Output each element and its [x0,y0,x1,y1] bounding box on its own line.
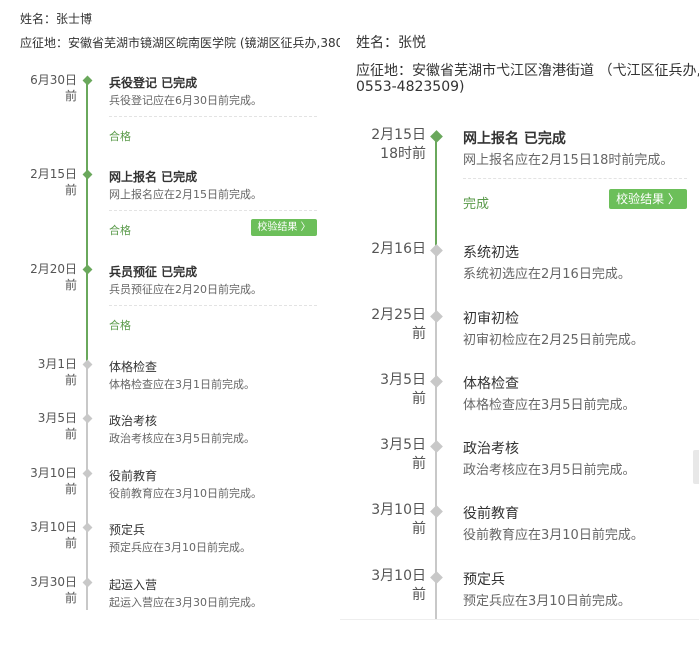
step-description: 网上报名应在2月15日18时前完成。 [463,153,674,168]
step-result: 合格 [109,130,131,143]
step-date: 2月25日前 [371,307,426,343]
timeline-connector [435,511,437,577]
step-title: 初审初检 [463,311,519,327]
timeline-connector [435,381,437,446]
scroll-handle[interactable] [693,450,699,484]
status-pending-icon [82,577,92,587]
step-description: 兵役登记应在6月30日前完成。 [109,94,262,107]
status-pending-icon [429,439,443,453]
applicant-address: 应征地：安徽省芜湖市弋江区澛港街道 （弋江区征兵办, [356,63,699,79]
step-date: 3月10日前 [30,519,77,550]
step-result: 合格 [109,224,131,237]
step-title: 兵役登记 已完成 [109,76,198,90]
status-pending-icon [82,522,92,532]
applicant-address: 应征地：安徽省芜湖市镜湖区皖南医学院 (镜湖区征兵办,3808271) [20,36,379,50]
step-date: 3月10日前 [30,465,77,496]
step-date: 2月15日前 [30,166,77,197]
timeline-connector [86,80,88,174]
right-panel: 姓名：张悦 应征地：安徽省芜湖市弋江区澛港街道 （弋江区征兵办, 0553-48… [340,0,699,653]
applicant-name: 姓名：张士博 [20,12,93,26]
status-pending-icon [429,374,443,388]
step-divider [463,178,687,179]
step-description: 系统初选应在2月16日完成。 [463,267,631,282]
step-title: 起运入营 [109,578,158,592]
step-title: 网上报名 已完成 [109,170,198,184]
status-pending-icon [82,359,92,369]
status-pending-icon [429,309,443,323]
step-description: 预定兵应在3月10日前完成。 [109,541,251,554]
step-title: 兵员预征 已完成 [109,265,198,279]
step-title: 预定兵 [463,572,505,588]
timeline-connector [435,316,437,381]
status-done-icon [429,129,443,143]
step-title: 役前教育 [463,506,519,522]
status-pending-icon [429,504,443,518]
divider [340,619,699,620]
step-title: 政治考核 [463,441,519,457]
status-pending-icon [429,570,443,584]
timeline-connector [435,136,437,250]
step-date: 3月10日前 [371,502,426,538]
step-result: 合格 [109,319,131,332]
status-pending-icon [82,413,92,423]
timeline-connector [435,250,437,316]
status-done-icon [82,264,92,274]
step-title: 网上报名 已完成 [463,131,566,147]
step-description: 体格检查应在3月1日前完成。 [109,378,255,391]
step-description: 役前教育应在3月10日前完成。 [109,487,262,500]
step-title: 役前教育 [109,469,158,483]
timeline-connector [86,269,88,364]
step-title: 系统初选 [463,245,519,261]
step-date: 2月15日 18时前 [371,127,426,163]
step-date: 3月5日前 [37,410,77,441]
step-description: 政治考核应在3月5日前完成。 [109,432,255,445]
step-date: 3月1日前 [37,356,77,387]
step-divider [109,305,317,306]
step-title: 政治考核 [109,414,158,428]
applicant-name: 姓名：张悦 [356,35,426,51]
step-description: 初审初检应在2月25日前完成。 [463,333,644,348]
status-pending-icon [429,243,443,257]
left-panel: 姓名：张士博 应征地：安徽省芜湖市镜湖区皖南医学院 (镜湖区征兵办,380827… [0,0,378,653]
timeline-connector [86,473,88,527]
step-date: 6月30日前 [30,72,77,103]
step-date: 2月16日 [371,241,426,258]
step-date: 3月30日前 [30,574,77,605]
step-divider [109,210,317,211]
step-date: 3月5日前 [380,437,426,473]
status-done-icon [82,169,92,179]
timeline-connector [435,446,437,511]
status-pending-icon [82,468,92,478]
step-title: 体格检查 [109,360,158,374]
step-description: 役前教育应在3月10日前完成。 [463,528,644,543]
step-date: 2月20日前 [30,261,77,292]
verify-result-button[interactable]: 校验结果 〉 [609,189,687,209]
status-done-icon [82,75,92,85]
step-result: 完成 [463,197,490,212]
step-description: 预定兵应在3月10日前完成。 [463,594,631,609]
step-description: 体格检查应在3月5日前完成。 [463,398,636,413]
step-divider [109,116,317,117]
step-description: 网上报名应在2月15日前完成。 [109,188,262,201]
timeline-connector [86,418,88,473]
step-date: 3月5日前 [380,372,426,408]
step-date: 3月10日前 [371,568,426,604]
applicant-phone: 0553-4823509) [356,79,465,95]
step-description: 兵员预征应在2月20日前完成。 [109,283,262,296]
step-description: 政治考核应在3月5日前完成。 [463,463,636,478]
timeline-connector [86,364,88,418]
step-title: 预定兵 [109,523,146,537]
timeline-connector [86,527,88,582]
step-title: 体格检查 [463,376,519,392]
step-description: 起运入营应在3月30日前完成。 [109,596,262,609]
verify-result-button[interactable]: 校验结果 〉 [251,218,317,236]
timeline-connector [86,174,88,269]
